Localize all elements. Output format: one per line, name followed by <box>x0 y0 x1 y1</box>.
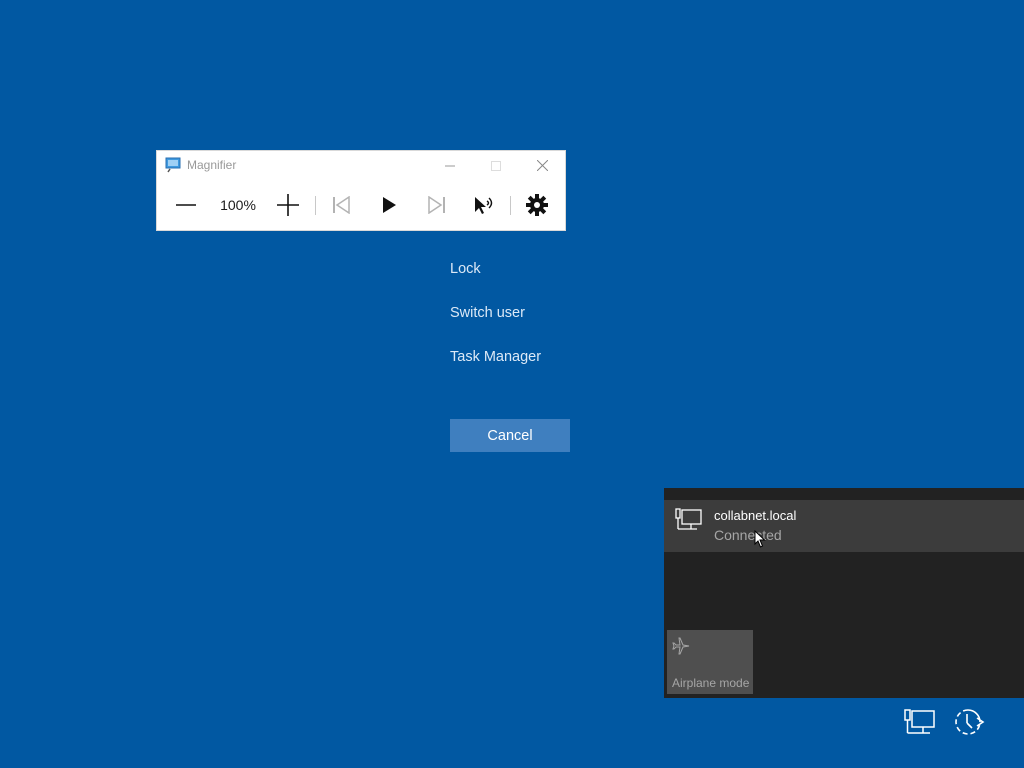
magnifier-toolbar: 100% <box>157 188 565 222</box>
airplane-mode-tile[interactable]: Airplane mode <box>667 630 753 694</box>
minimize-icon <box>445 165 455 166</box>
close-button[interactable] <box>519 151 565 180</box>
mouse-cursor-icon <box>754 529 766 553</box>
read-from-here-icon <box>475 197 493 214</box>
skip-next-icon <box>428 196 445 214</box>
network-item[interactable]: collabnet.local Connected <box>664 500 1024 552</box>
toolbar-separator <box>510 196 511 215</box>
close-icon <box>536 160 548 171</box>
zoom-in-button[interactable] <box>271 188 305 222</box>
ethernet-icon <box>675 508 703 532</box>
network-flyout: collabnet.local Connected Airplane mode <box>664 488 1024 698</box>
network-name: collabnet.local <box>714 508 797 523</box>
magnifier-titlebar[interactable]: Magnifier <box>157 151 565 180</box>
ease-of-access-icon <box>955 709 985 735</box>
ease-of-access-button[interactable] <box>951 706 985 738</box>
maximize-icon <box>491 160 501 171</box>
network-tray-button[interactable] <box>904 708 936 736</box>
lock-option[interactable]: Lock <box>450 261 481 277</box>
read-from-here-button[interactable] <box>466 188 502 222</box>
skip-previous-icon <box>333 196 350 214</box>
magnifier-window: Magnifier 100% <box>157 151 565 230</box>
toolbar-separator <box>315 196 316 215</box>
network-status: Connected <box>714 527 782 543</box>
magnifier-title: Magnifier <box>187 158 237 172</box>
maximize-button[interactable] <box>473 151 519 180</box>
next-button[interactable] <box>420 188 454 222</box>
cancel-button[interactable]: Cancel <box>450 419 570 452</box>
previous-button[interactable] <box>324 188 358 222</box>
play-icon <box>383 197 396 213</box>
play-button[interactable] <box>372 188 406 222</box>
ethernet-icon <box>904 709 935 734</box>
task-manager-option[interactable]: Task Manager <box>450 349 541 365</box>
gear-icon <box>526 194 548 216</box>
switch-user-option[interactable]: Switch user <box>450 305 525 321</box>
minimize-button[interactable] <box>427 151 473 180</box>
plus-icon <box>277 194 299 216</box>
settings-button[interactable] <box>520 188 554 222</box>
zoom-out-button[interactable] <box>169 188 203 222</box>
airplane-mode-label: Airplane mode <box>672 676 750 690</box>
zoom-level: 100% <box>220 197 256 213</box>
airplane-icon <box>672 637 690 660</box>
magnifier-app-icon <box>165 157 183 173</box>
minus-icon <box>176 204 196 206</box>
